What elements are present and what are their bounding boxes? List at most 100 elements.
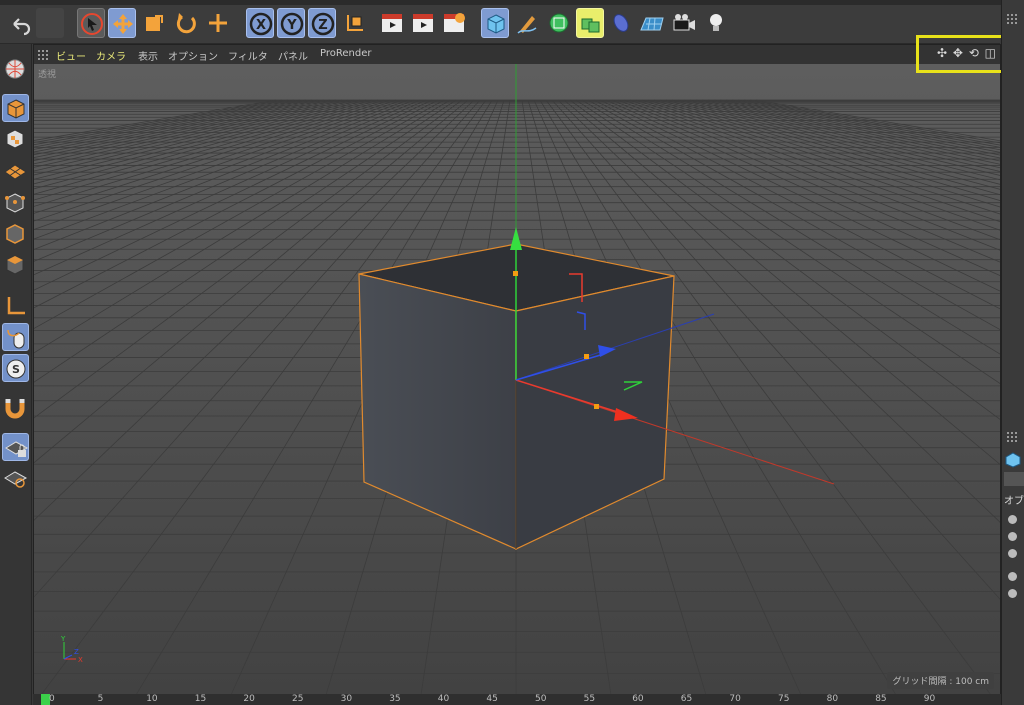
rotate-icon bbox=[176, 13, 196, 34]
render-view-button[interactable] bbox=[378, 8, 406, 38]
main-toolbar: X Y Z bbox=[0, 5, 1000, 44]
x-axis-lock-button[interactable]: X bbox=[246, 8, 274, 38]
render-settings-button[interactable] bbox=[440, 8, 468, 38]
cube-handle-x[interactable] bbox=[594, 404, 599, 409]
radio-option[interactable] bbox=[1008, 549, 1017, 558]
timeline-tick-label: 60 bbox=[632, 694, 644, 704]
subdivision-icon bbox=[549, 13, 569, 33]
camera-object-button[interactable] bbox=[670, 8, 698, 38]
rotate-tool-button[interactable] bbox=[172, 8, 200, 38]
object-tab[interactable]: オブ bbox=[1004, 492, 1024, 507]
cube-primitive-button[interactable] bbox=[481, 8, 509, 38]
z-axis-icon: Z bbox=[311, 12, 335, 36]
cube-model-icon bbox=[7, 99, 25, 119]
svg-text:Y: Y bbox=[286, 18, 297, 33]
points-mode-button[interactable] bbox=[2, 189, 29, 217]
z-axis-lock-button[interactable]: Z bbox=[308, 8, 336, 38]
snap-button[interactable]: S bbox=[2, 354, 29, 382]
3d-viewport[interactable]: ビュー カメラ 表示 オプション フィルタ パネル ProRender Y X … bbox=[33, 44, 1001, 696]
scale-tool-button[interactable] bbox=[140, 8, 168, 38]
y-axis-lock-button[interactable]: Y bbox=[277, 8, 305, 38]
timeline-tick-label: 0 bbox=[49, 694, 55, 704]
clapboard-icon bbox=[382, 14, 402, 32]
svg-text:S: S bbox=[12, 363, 20, 376]
edges-mode-button[interactable] bbox=[2, 220, 29, 248]
clapboard-gear-icon bbox=[444, 13, 465, 32]
radio-option[interactable] bbox=[1008, 589, 1017, 598]
timeline-tick-label: 55 bbox=[583, 694, 596, 704]
panel-grip-icon[interactable] bbox=[1007, 14, 1017, 24]
radio-option[interactable] bbox=[1008, 515, 1017, 524]
locked-workplane-button[interactable] bbox=[2, 433, 29, 461]
menu-prorender[interactable]: ProRender bbox=[320, 48, 371, 59]
edges-cube-icon bbox=[6, 224, 24, 244]
svg-text:Z: Z bbox=[318, 18, 327, 33]
render-picture-viewer-button[interactable] bbox=[409, 8, 437, 38]
timeline-ruler[interactable]: 0 5 10 15 20 25 30 35 40 45 50 55 60 65 70 75 80 85 90 bbox=[33, 694, 1001, 705]
svg-text:X: X bbox=[78, 656, 83, 664]
timeline-tick-label: 35 bbox=[389, 694, 401, 704]
points-cube-icon bbox=[5, 193, 25, 213]
panel-grip-icon[interactable] bbox=[38, 50, 48, 60]
globe-icon bbox=[5, 59, 25, 79]
floor-grid-icon bbox=[640, 17, 664, 31]
subdivision-surface-button[interactable] bbox=[545, 8, 573, 38]
timeline-tick-label: 5 bbox=[97, 694, 104, 704]
array-generator-button[interactable] bbox=[576, 8, 604, 38]
cube-icon bbox=[487, 14, 505, 34]
floor-object-button[interactable] bbox=[638, 8, 666, 38]
pen-spline-button[interactable] bbox=[513, 8, 541, 38]
svg-text:Y: Y bbox=[60, 635, 66, 643]
timeline-tick-label: 20 bbox=[243, 694, 255, 704]
move-tool-button[interactable] bbox=[108, 8, 136, 38]
polygons-cube-icon bbox=[6, 255, 24, 275]
redo-icon bbox=[36, 8, 64, 38]
lock-grid-icon bbox=[5, 441, 29, 457]
transform-tool-button[interactable] bbox=[204, 8, 232, 38]
checker-cube-icon bbox=[6, 129, 24, 149]
redo-button[interactable] bbox=[36, 8, 64, 38]
coordinate-system-button[interactable] bbox=[340, 8, 368, 38]
timeline-tick-label: 10 bbox=[146, 694, 158, 704]
menu-display[interactable]: 表示 bbox=[138, 48, 158, 63]
magnet-button[interactable] bbox=[2, 394, 29, 422]
texture-mode-button[interactable] bbox=[2, 125, 29, 153]
make-editable-button[interactable] bbox=[2, 56, 29, 84]
scale-icon bbox=[146, 15, 163, 31]
object-name-field[interactable] bbox=[1004, 472, 1024, 486]
y-axis-icon: Y bbox=[280, 12, 304, 36]
cursor-select-icon bbox=[81, 13, 103, 35]
cube-handle-top[interactable] bbox=[513, 271, 518, 276]
menu-view[interactable]: ビュー bbox=[56, 48, 86, 63]
deformer-button[interactable] bbox=[607, 8, 635, 38]
snap-s-icon: S bbox=[6, 359, 26, 379]
polygons-mode-button[interactable] bbox=[2, 251, 29, 279]
timeline-tick-label: 65 bbox=[680, 694, 693, 704]
viewport-navigation-icons[interactable]: ✣ ✥ ⟲ ◫ bbox=[937, 46, 997, 60]
viewport-mode-label: 透視 bbox=[38, 70, 57, 80]
workplane-mode-button[interactable] bbox=[2, 156, 29, 184]
undo-button[interactable] bbox=[6, 8, 34, 38]
planar-workplane-button[interactable] bbox=[2, 464, 29, 492]
x-axis-icon: X bbox=[249, 12, 273, 36]
move-icon bbox=[113, 14, 133, 34]
camera-icon bbox=[673, 14, 695, 31]
radio-option[interactable] bbox=[1008, 572, 1017, 581]
mode-sidebar: S bbox=[0, 44, 32, 705]
mouse-icon bbox=[7, 329, 25, 349]
model-mode-button[interactable] bbox=[2, 94, 29, 122]
menu-options[interactable]: オプション bbox=[168, 48, 218, 63]
radio-option[interactable] bbox=[1008, 532, 1017, 541]
live-select-button[interactable] bbox=[77, 8, 105, 38]
menu-filter[interactable]: フィルタ bbox=[228, 48, 268, 63]
axis-mode-button[interactable] bbox=[2, 292, 29, 320]
clapboard-render-icon bbox=[413, 14, 433, 32]
menu-panel[interactable]: パネル bbox=[278, 48, 308, 63]
light-object-button[interactable] bbox=[702, 8, 730, 38]
viewport-scene[interactable]: Y X Z bbox=[34, 64, 1000, 695]
menu-camera[interactable]: カメラ bbox=[96, 48, 126, 63]
panel-grip-icon[interactable] bbox=[1007, 432, 1017, 442]
cube-handle-z[interactable] bbox=[584, 354, 589, 359]
tweak-mode-button[interactable] bbox=[2, 323, 29, 351]
timeline-tick-label: 25 bbox=[292, 694, 304, 704]
